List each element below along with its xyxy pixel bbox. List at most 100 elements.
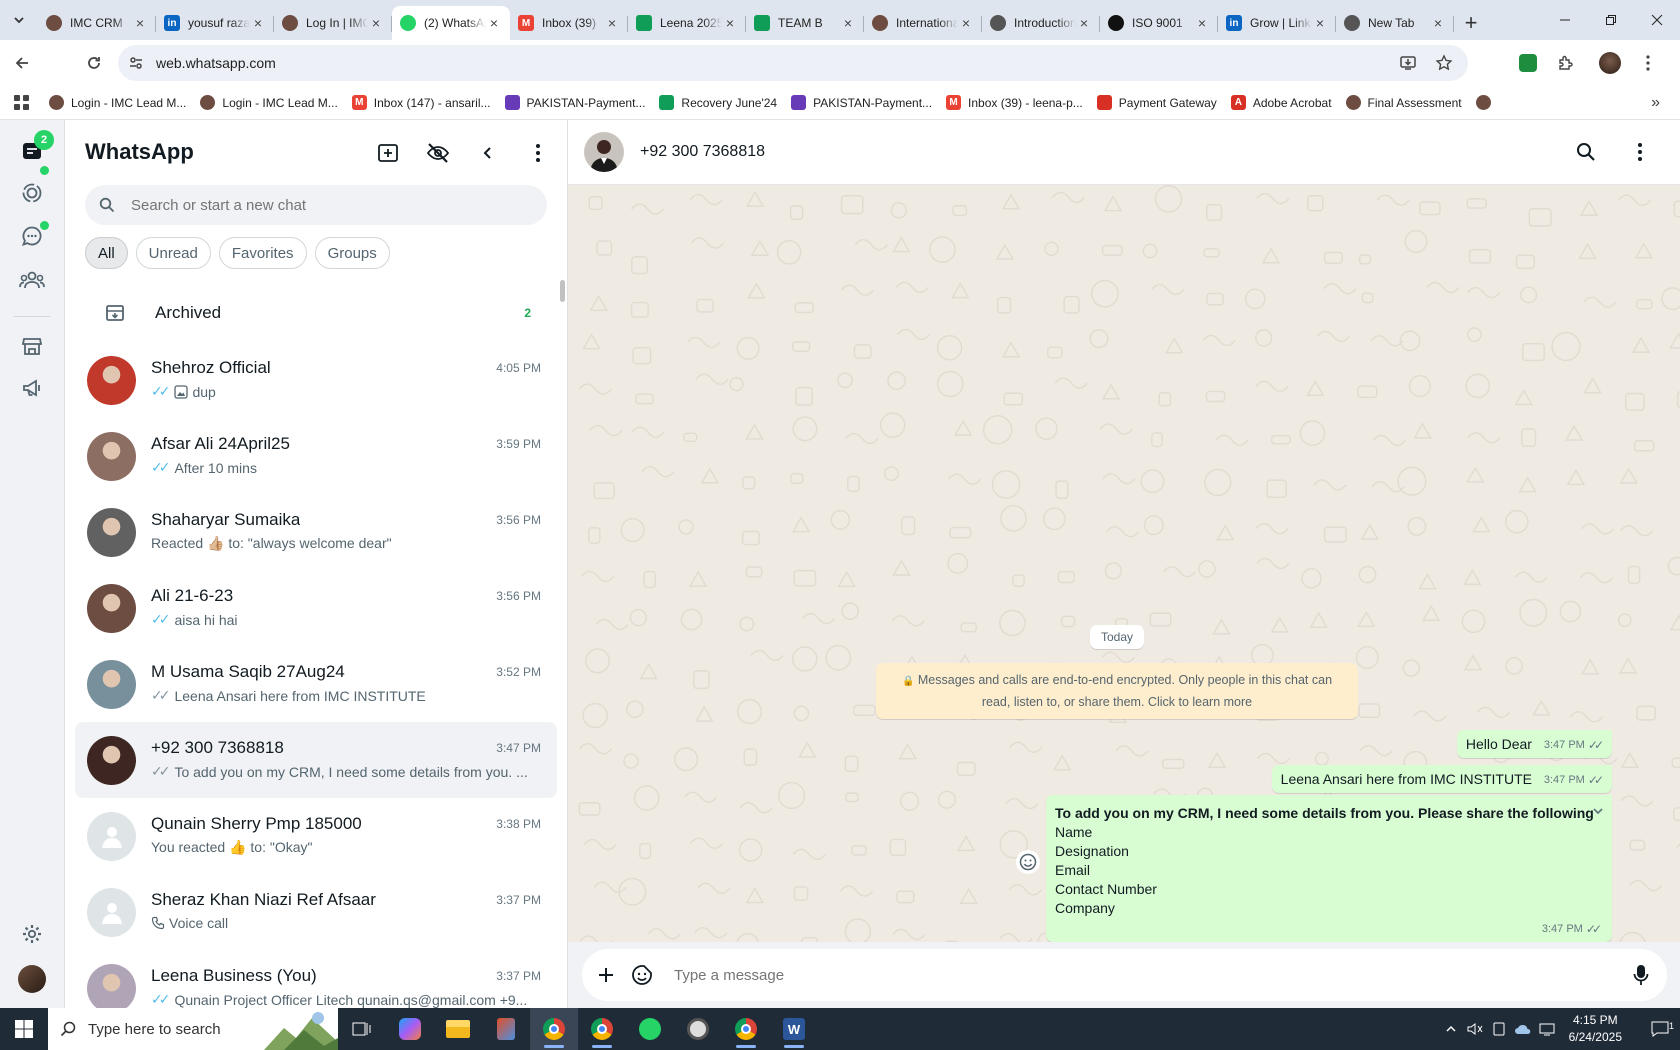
start-button[interactable] xyxy=(0,1008,48,1050)
close-window-button[interactable] xyxy=(1634,0,1680,40)
apps-shortcut[interactable] xyxy=(14,95,29,110)
search-input[interactable] xyxy=(131,196,511,214)
taskbar-search-text[interactable]: Type here to search xyxy=(88,1021,221,1038)
site-settings-icon[interactable] xyxy=(128,55,144,71)
volume-button[interactable] xyxy=(1463,1022,1487,1036)
new-tab-button[interactable]: + xyxy=(1454,6,1488,40)
close-tab-button[interactable]: × xyxy=(132,15,148,31)
message-input[interactable] xyxy=(674,966,1594,984)
message-area[interactable]: Today 🔒 Messages and calls are end-to-en… xyxy=(568,185,1680,942)
clock-app-taskbar-button[interactable] xyxy=(674,1008,722,1050)
message-bubble[interactable]: Hello Dear 3:47 PM ✓✓ xyxy=(1456,730,1612,758)
chrome-taskbar-button[interactable] xyxy=(530,1008,578,1050)
onedrive-button[interactable] xyxy=(1511,1023,1535,1035)
message-options-button[interactable] xyxy=(1592,805,1604,817)
tab[interactable]: ISO 9001 × xyxy=(1100,6,1218,40)
chat-list-item[interactable]: Sheraz Khan Niazi Ref Afsaar 3:37 PM Voice… xyxy=(75,874,557,950)
tab[interactable]: Introduction × xyxy=(982,6,1100,40)
file-explorer-taskbar-button[interactable] xyxy=(434,1008,482,1050)
close-tab-button[interactable]: × xyxy=(958,15,974,31)
tab[interactable]: M Inbox (39) × xyxy=(510,6,628,40)
conversation-header[interactable]: +92 300 7368818 xyxy=(568,120,1680,185)
bookmark-item[interactable]: PAKISTAN-Payment... xyxy=(791,95,932,110)
bookmarks-overflow-button[interactable]: » xyxy=(1651,94,1660,112)
bookmark-item[interactable]: M Inbox (39) - leena-p... xyxy=(946,95,1083,110)
settings-nav-button[interactable] xyxy=(18,920,46,948)
close-tab-button[interactable]: × xyxy=(1194,15,1210,31)
chat-list-item[interactable]: M Usama Saqib 27Aug24 3:52 PM ✓✓ Leena Ansa… xyxy=(75,646,557,722)
profile-photo[interactable] xyxy=(18,965,46,993)
url-text[interactable]: web.whatsapp.com xyxy=(156,55,276,71)
conversation-menu-button[interactable] xyxy=(1624,136,1656,168)
network-button[interactable] xyxy=(1535,1022,1559,1036)
bookmark-item[interactable]: M Inbox (147) - ansaril... xyxy=(351,95,491,110)
react-emoji-button[interactable] xyxy=(1016,850,1040,874)
business-tools-nav-button[interactable] xyxy=(18,332,46,360)
tab[interactable]: TEAM B × xyxy=(746,6,864,40)
minimize-button[interactable] xyxy=(1542,0,1588,40)
status-nav-button[interactable] xyxy=(18,179,46,207)
hide-read-button[interactable] xyxy=(421,136,455,170)
show-hidden-icons-button[interactable] xyxy=(1439,1023,1463,1035)
bookmark-item[interactable]: A Adobe Acrobat xyxy=(1230,95,1332,110)
chat-list-item[interactable]: Leena Business (You) 3:37 PM ✓✓ Qunain Proj… xyxy=(75,950,557,1008)
chat-list-item[interactable]: Qunain Sherry Pmp 185000 3:38 PM You react… xyxy=(75,798,557,874)
tab[interactable]: in yousuf raza × xyxy=(156,6,274,40)
filter-chip-groups[interactable]: Groups xyxy=(314,237,390,269)
back-button[interactable] xyxy=(6,47,38,79)
bookmark-item[interactable]: PAKISTAN-Payment... xyxy=(504,95,645,110)
message-bubble[interactable]: To add you on my CRM, I need some detail… xyxy=(1046,795,1612,942)
emoji-button[interactable] xyxy=(626,959,658,991)
tab[interactable]: IMC CRM × xyxy=(38,6,156,40)
close-tab-button[interactable]: × xyxy=(1312,15,1328,31)
extensions-menu-button[interactable] xyxy=(1550,47,1582,79)
browser-menu-button[interactable] xyxy=(1632,47,1664,79)
filter-chip-favorites[interactable]: Favorites xyxy=(218,237,307,269)
notifications-button[interactable]: 1 xyxy=(1640,1021,1680,1037)
extension-button[interactable] xyxy=(1512,47,1544,79)
contact-name[interactable]: +92 300 7368818 xyxy=(640,143,765,161)
chrome-taskbar-button-2[interactable] xyxy=(578,1008,626,1050)
chat-list-item[interactable]: Shehroz Official 4:05 PM ✓✓ dup xyxy=(75,342,557,418)
taskbar-clock[interactable]: 4:15 PM 6/24/2025 xyxy=(1569,1012,1622,1046)
chat-list-item[interactable]: Ali 21-6-23 3:56 PM ✓✓ aisa hi hai xyxy=(75,570,557,646)
contact-avatar[interactable] xyxy=(584,132,624,172)
chat-list-item[interactable]: Afsar Ali 24April25 3:59 PM ✓✓ After 10 min… xyxy=(75,418,557,494)
collapse-panel-button[interactable] xyxy=(471,136,505,170)
chat-search[interactable] xyxy=(85,185,547,225)
word-taskbar-button[interactable]: W xyxy=(770,1008,818,1050)
bookmark-item[interactable]: Recovery June'24 xyxy=(659,95,777,110)
task-view-button[interactable] xyxy=(338,1008,386,1050)
communities-nav-button[interactable] xyxy=(18,266,46,294)
chrome-taskbar-button-3[interactable] xyxy=(722,1008,770,1050)
bookmark-star-button[interactable] xyxy=(1428,47,1460,79)
search-messages-button[interactable] xyxy=(1570,136,1602,168)
close-tab-button[interactable]: × xyxy=(1430,15,1446,31)
close-tab-button[interactable]: × xyxy=(250,15,266,31)
new-chat-button[interactable] xyxy=(371,136,405,170)
install-app-button[interactable] xyxy=(1392,47,1424,79)
sidebar-menu-button[interactable] xyxy=(521,136,555,170)
voice-message-button[interactable] xyxy=(1625,959,1657,991)
filter-chip-all[interactable]: All xyxy=(85,237,128,269)
bookmark-item[interactable]: Login - IMC Lead M... xyxy=(200,95,338,110)
chat-list-item[interactable]: Shaharyar Sumaika 3:56 PM Reacted 👍🏼 to: "… xyxy=(75,494,557,570)
tab[interactable]: Leena 2025 × xyxy=(628,6,746,40)
filter-chip-unread[interactable]: Unread xyxy=(135,237,211,269)
archived-row[interactable]: Archived 2 xyxy=(85,284,547,342)
app-taskbar-button[interactable] xyxy=(482,1008,530,1050)
bookmark-item[interactable]: Payment Gateway xyxy=(1096,95,1217,110)
encryption-notice[interactable]: 🔒 Messages and calls are end-to-end encr… xyxy=(876,663,1358,719)
chat-list-scrollbar[interactable] xyxy=(560,280,565,302)
tab[interactable]: (2) WhatsApp× xyxy=(392,6,510,40)
taskbar-search-box[interactable]: Type here to search xyxy=(48,1008,338,1050)
close-tab-button[interactable]: × xyxy=(368,15,384,31)
message-bubble[interactable]: Leena Ansari here from IMC INSTITUTE 3:4… xyxy=(1271,765,1612,793)
whatsapp-taskbar-button[interactable] xyxy=(626,1008,674,1050)
chat-list-item[interactable]: +92 300 7368818 3:47 PM ✓✓ To add you on my… xyxy=(75,722,557,798)
bookmark-item[interactable]: Login - IMC Lead M... xyxy=(49,95,186,110)
close-tab-button[interactable]: × xyxy=(486,15,502,31)
advertise-nav-button[interactable] xyxy=(18,374,46,402)
tab[interactable]: Log In | IMC × xyxy=(274,6,392,40)
bookmark-item[interactable]: Final Assessment xyxy=(1345,95,1462,110)
